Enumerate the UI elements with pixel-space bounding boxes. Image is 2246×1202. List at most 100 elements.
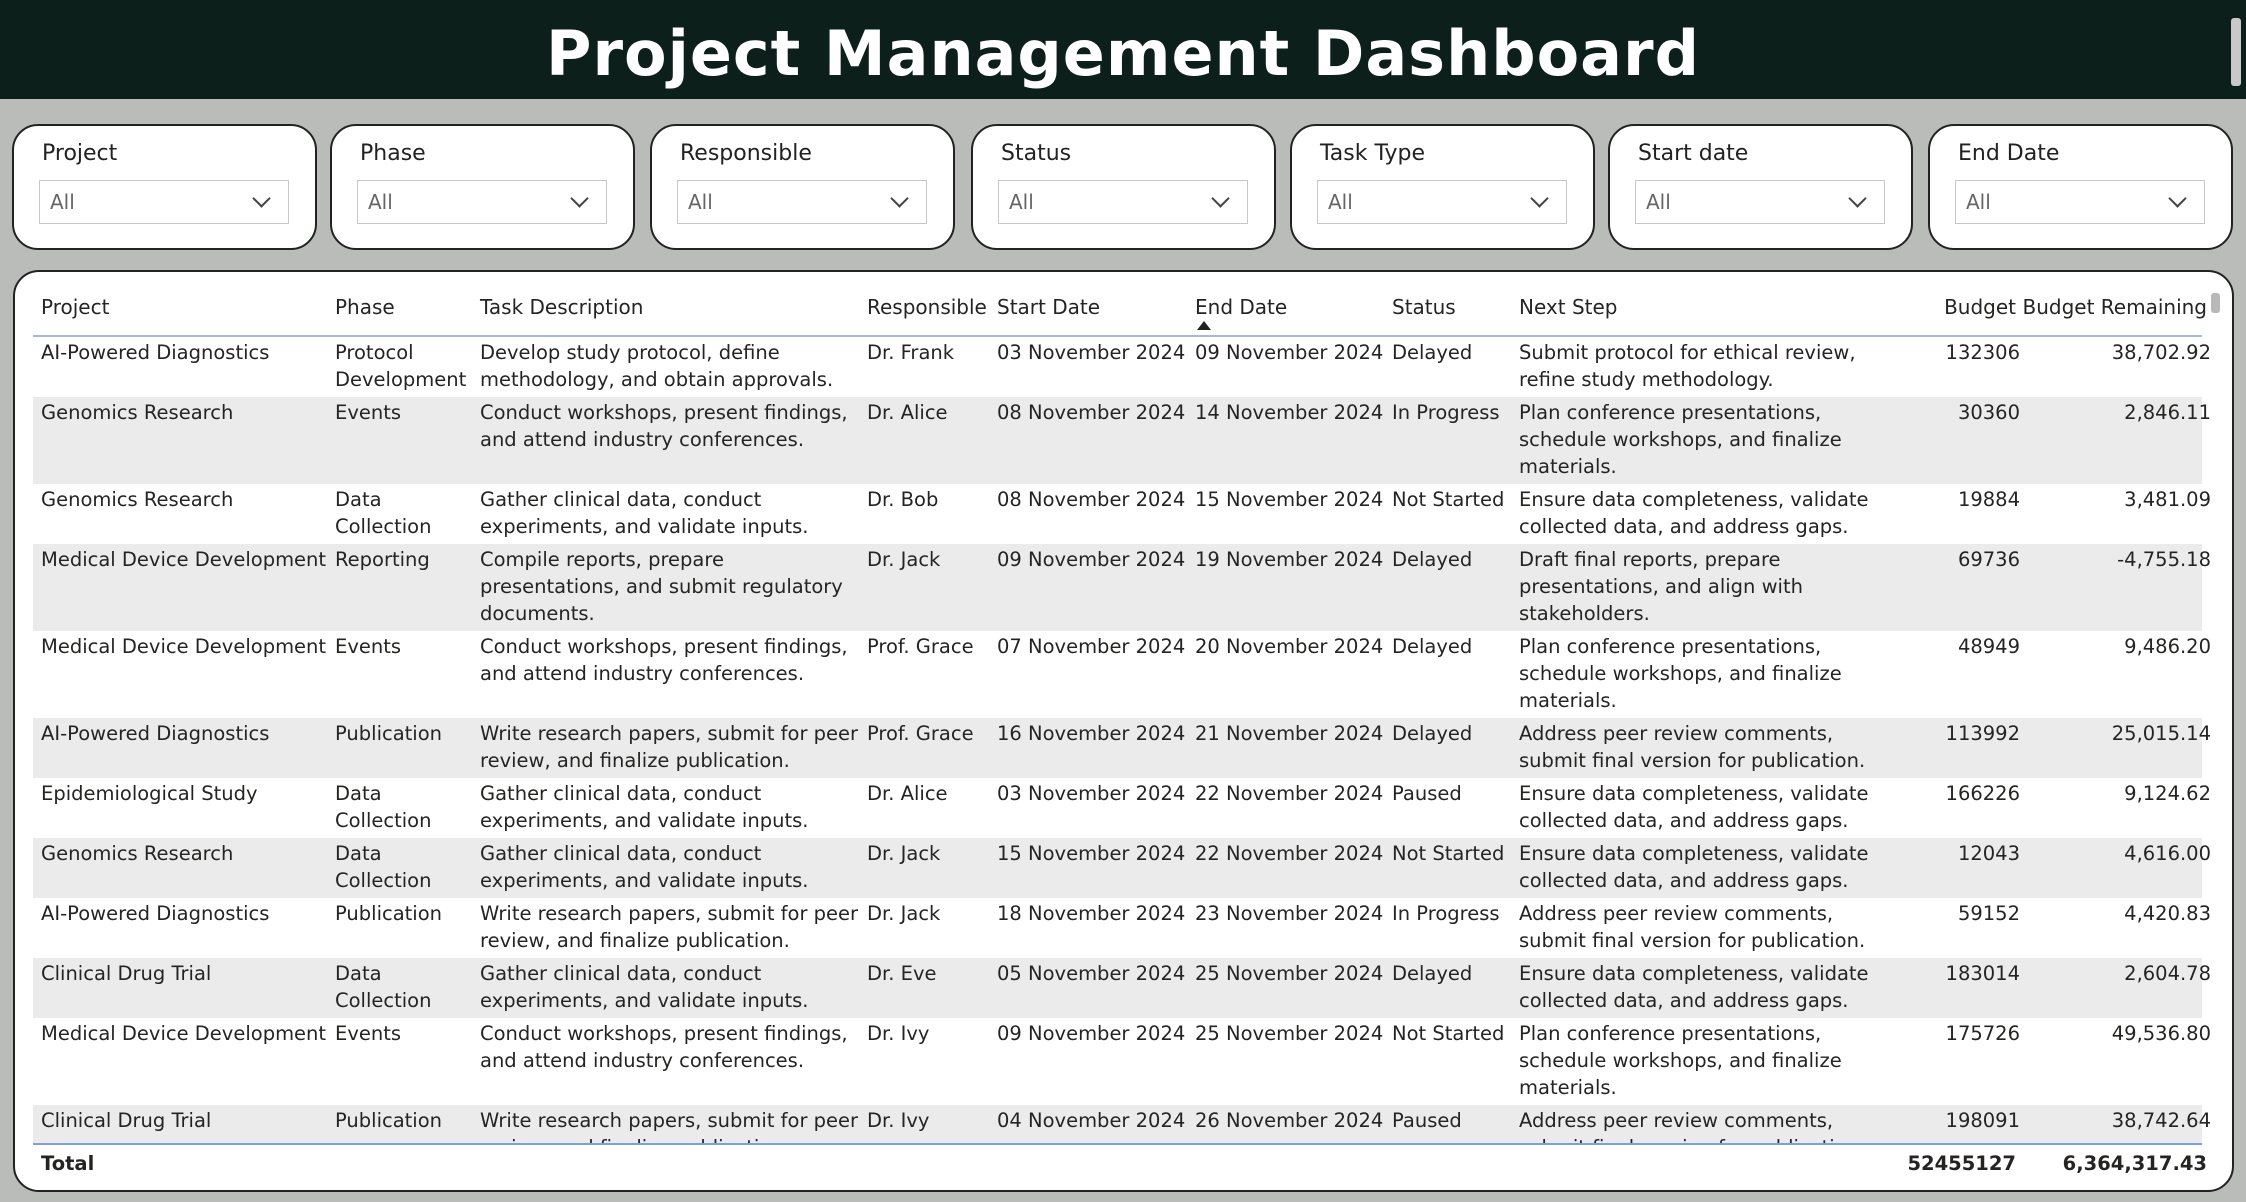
cell-status: Delayed [1392,635,1473,658]
cell-end-date: 25 November 2024 [1195,1022,1384,1045]
slicer-label: End Date [1958,141,2060,166]
cell-end-date: 20 November 2024 [1195,635,1384,658]
cell-phase: Events [335,635,402,658]
table-scrollbar[interactable] [2211,293,2220,313]
column-header-phase[interactable]: Phase [335,294,395,321]
table-body: AI-Powered Diagnostics Protocol Developme… [15,337,2232,1143]
cell-budget-remaining: 3,481.09 [2124,488,2211,511]
slicer-dropdown-project[interactable]: All [39,180,289,224]
column-header-start-date[interactable]: Start Date [997,294,1100,321]
slicer-value: All [1966,190,1991,214]
slicer-task-type: Task Type All [1290,124,1595,250]
cell-phase: Data Collection [335,962,432,1012]
header-scrollbar[interactable] [2231,18,2241,86]
cell-start-date: 07 November 2024 [997,635,1186,658]
slicer-responsible: Responsible All [650,124,955,250]
cell-end-date: 21 November 2024 [1195,722,1384,745]
cell-task-description: Gather clinical data, conduct experiment… [480,962,809,1012]
cell-budget: 198091 [1945,1109,2020,1132]
cell-start-date: 03 November 2024 [997,782,1186,805]
cell-end-date: 22 November 2024 [1195,842,1384,865]
project-table: Project Phase Task Description Responsible S… [13,270,2234,1192]
cell-budget-remaining: 2,604.78 [2124,962,2211,985]
cell-responsible: Dr. Bob [867,488,939,511]
column-header-next-step[interactable]: Next Step [1519,294,1618,321]
cell-project: Genomics Research [41,842,234,865]
column-header-budget-remaining[interactable]: Budget Remaining [2007,294,2208,321]
cell-responsible: Dr. Jack [867,902,941,925]
cell-budget-remaining: 4,420.83 [2124,902,2211,925]
cell-responsible: Dr. Frank [867,341,955,364]
chevron-down-icon [2168,188,2187,208]
cell-end-date: 23 November 2024 [1195,902,1384,925]
cell-next-step: Plan conference presentations, schedule … [1519,1022,1842,1099]
slicer-label: Phase [360,141,426,166]
cell-budget-remaining: 2,846.11 [2124,401,2211,424]
slicer-value: All [688,190,713,214]
cell-task-description: Develop study protocol, define methodolo… [480,341,834,391]
cell-phase: Reporting [335,548,430,571]
cell-responsible: Dr. Jack [867,548,941,571]
column-header-budget[interactable]: Budget [1816,294,2016,321]
cell-start-date: 09 November 2024 [997,1022,1186,1045]
cell-budget-remaining: -4,755.18 [2117,548,2211,571]
chevron-down-icon [1848,188,1867,208]
cell-status: Not Started [1392,842,1505,865]
cell-start-date: 05 November 2024 [997,962,1186,985]
cell-responsible: Dr. Alice [867,401,948,424]
column-header-status[interactable]: Status [1392,294,1456,321]
slicer-dropdown-status[interactable]: All [998,180,1248,224]
slicer-value: All [368,190,393,214]
cell-project: Clinical Drug Trial [41,962,212,985]
cell-project: Clinical Drug Trial [41,1109,212,1132]
slicer-dropdown-responsible[interactable]: All [677,180,927,224]
cell-phase: Protocol Development [335,341,467,391]
cell-budget-remaining: 25,015.14 [2111,722,2211,745]
cell-end-date: 25 November 2024 [1195,962,1384,985]
slicer-project: Project All [12,124,317,250]
cell-status: Delayed [1392,341,1473,364]
cell-start-date: 16 November 2024 [997,722,1186,745]
cell-status: Paused [1392,782,1462,805]
slicer-dropdown-end-date[interactable]: All [1955,180,2205,224]
slicer-dropdown-start-date[interactable]: All [1635,180,1885,224]
cell-task-description: Compile reports, prepare presentations, … [480,548,843,625]
cell-start-date: 08 November 2024 [997,401,1186,424]
slicer-label: Start date [1638,141,1749,166]
chevron-down-icon [1530,188,1549,208]
slicer-dropdown-phase[interactable]: All [357,180,607,224]
cell-budget-remaining: 4,616.00 [2124,842,2211,865]
column-header-project[interactable]: Project [41,294,109,321]
column-header-responsible[interactable]: Responsible [867,294,987,321]
cell-end-date: 09 November 2024 [1195,341,1384,364]
slicer-dropdown-task-type[interactable]: All [1317,180,1567,224]
cell-status: Not Started [1392,488,1505,511]
cell-project: Medical Device Development [41,635,327,658]
dashboard-header: Project Management Dashboard [0,0,2246,99]
cell-next-step: Address peer review comments, submit fin… [1519,1109,1865,1143]
cell-project: Medical Device Development [41,548,327,571]
cell-budget: 183014 [1945,962,2020,985]
slicer-start-date: Start date All [1608,124,1913,250]
cell-start-date: 09 November 2024 [997,548,1186,571]
column-header-end-date[interactable]: End Date [1195,294,1287,321]
cell-status: Paused [1392,1109,1462,1132]
column-header-task-description[interactable]: Task Description [480,294,643,321]
cell-responsible: Prof. Grace [867,722,974,745]
cell-task-description: Write research papers, submit for peer r… [480,902,859,952]
cell-budget: 69736 [1957,548,2020,571]
cell-end-date: 22 November 2024 [1195,782,1384,805]
cell-status: Delayed [1392,548,1473,571]
slicer-label: Project [42,141,118,166]
cell-start-date: 03 November 2024 [997,341,1186,364]
chevron-down-icon [570,188,589,208]
cell-status: Delayed [1392,962,1473,985]
cell-responsible: Prof. Grace [867,635,974,658]
cell-next-step: Ensure data completeness, validate colle… [1519,962,1869,1012]
chevron-down-icon [890,188,909,208]
cell-task-description: Gather clinical data, conduct experiment… [480,782,809,832]
cell-next-step: Ensure data completeness, validate colle… [1519,842,1869,892]
cell-project: AI-Powered Diagnostics [41,902,270,925]
cell-start-date: 15 November 2024 [997,842,1186,865]
cell-project: Epidemiological Study [41,782,258,805]
